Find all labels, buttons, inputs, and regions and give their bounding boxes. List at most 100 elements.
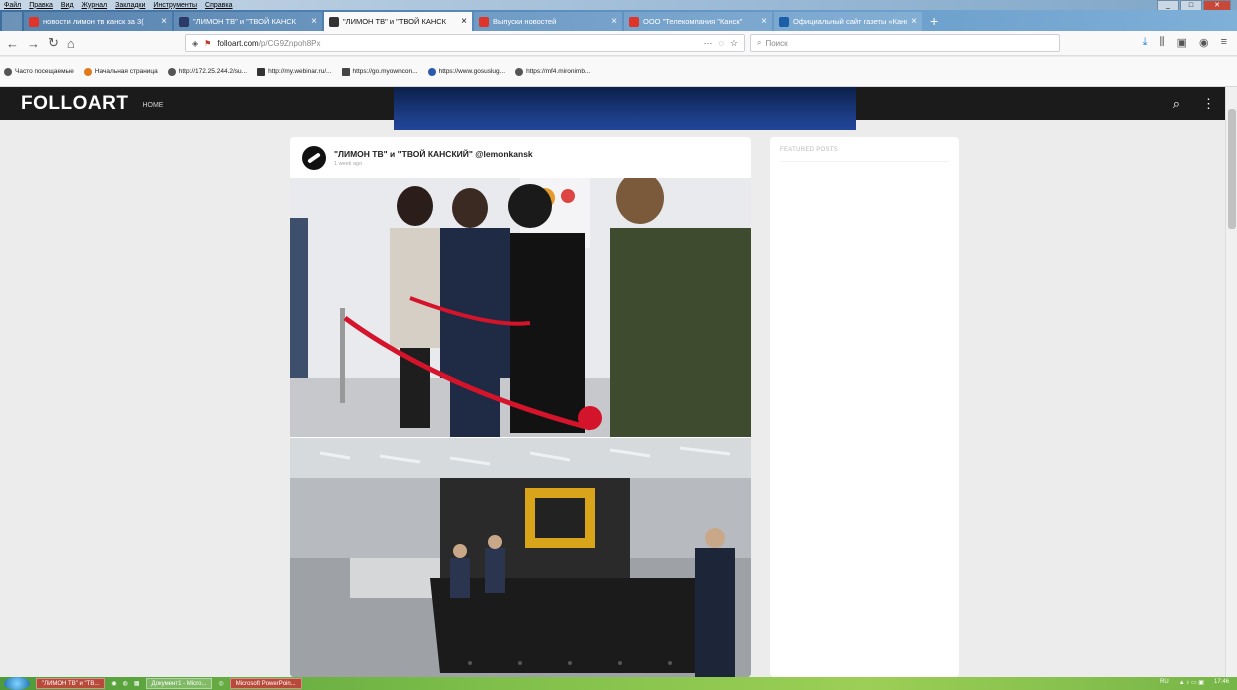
- tab-6[interactable]: Официальный сайт газеты «Канс ×: [774, 12, 922, 31]
- search-icon: ⌕: [757, 38, 762, 47]
- tab-5[interactable]: ООО "Телекомпания "Канск" ×: [624, 12, 772, 31]
- post-photo-bulldozer[interactable]: [290, 438, 751, 677]
- bookmark-most-visited[interactable]: Часто посещаемые: [4, 67, 74, 76]
- page-actions-icon[interactable]: ···: [704, 38, 713, 49]
- page-scrollbar[interactable]: [1225, 87, 1237, 677]
- post-author[interactable]: "ЛИМОН ТВ" и "ТВОЙ КАНСКИЙ" @lemonkansk: [334, 149, 533, 159]
- bookmark-label: Начальная страница: [94, 68, 158, 75]
- tab-1[interactable]: новости лимон тв канск за 3( ×: [24, 12, 172, 31]
- site-logo[interactable]: FOLLOART: [21, 93, 128, 115]
- search-bar[interactable]: ⌕ Поиск: [750, 34, 1060, 52]
- firefox-icon: [83, 67, 92, 76]
- menu-bookmarks[interactable]: Закладки: [115, 2, 145, 9]
- bookmarks-bar: Часто посещаемые Начальная страница http…: [0, 57, 1237, 87]
- tab-title: Официальный сайт газеты «Канс: [793, 17, 908, 26]
- tray-icons[interactable]: ▲ ♪ ▭ ▣: [1179, 679, 1204, 686]
- tab-title: Выпуски новостей: [493, 17, 557, 26]
- bookmark-star-icon[interactable]: ☆: [730, 38, 738, 49]
- close-tab-icon[interactable]: ×: [911, 16, 917, 27]
- search-placeholder: Поиск: [765, 38, 788, 48]
- skype-icon[interactable]: ◎: [218, 680, 223, 687]
- tab-title: "ЛИМОН ТВ" и "ТВОЙ КАНСК: [193, 17, 297, 26]
- bookmark-start-page[interactable]: Начальная страница: [83, 67, 158, 76]
- tab-title: "ЛИМОН ТВ" и "ТВОЙ КАНСК: [343, 17, 447, 26]
- sidebar-featured-posts: FEATURED POSTS: [770, 137, 959, 677]
- new-tab-icon[interactable]: +: [924, 12, 944, 31]
- back-icon[interactable]: ←: [6, 36, 19, 51]
- toolbar-icons: ⤓ ⫼ ▣ ◉ ≡: [1143, 36, 1227, 49]
- chrome-icon[interactable]: ◍: [123, 680, 128, 687]
- url-path: /p/CG9Znpoh8Px: [258, 38, 321, 48]
- site-icon: [779, 16, 789, 27]
- menu-icon[interactable]: ≡: [1221, 36, 1227, 49]
- more-vertical-icon[interactable]: ⋮: [1202, 96, 1215, 112]
- menu-edit[interactable]: Правка: [29, 2, 53, 9]
- tab-4[interactable]: Выпуски новостей ×: [474, 12, 622, 31]
- close-tab-icon[interactable]: ×: [161, 16, 167, 27]
- bookmark-4[interactable]: https://www.gosuslug...: [427, 67, 506, 76]
- close-tab-icon[interactable]: ×: [761, 16, 767, 27]
- library-icon[interactable]: ⫼: [1160, 36, 1165, 49]
- home-icon[interactable]: ⌂: [67, 36, 75, 51]
- menu-view[interactable]: Вид: [61, 2, 74, 9]
- gear-icon: [4, 67, 12, 76]
- yandex-icon: [29, 16, 39, 27]
- close-tab-icon[interactable]: ×: [611, 16, 617, 27]
- language-indicator[interactable]: RU: [1160, 679, 1169, 686]
- featured-posts-heading: FEATURED POSTS: [780, 147, 839, 153]
- divider: [780, 161, 949, 162]
- bookmark-label: https://www.gosuslug...: [438, 68, 506, 75]
- taskbar-label: Microsoft PowerPoin...: [235, 680, 296, 687]
- taskbar-item-firefox[interactable]: "ЛИМОН ТВ" и "ТВ...: [36, 678, 106, 689]
- taskbar-item-word[interactable]: Документ1 - Micro...: [145, 678, 213, 689]
- site-icon: [179, 16, 189, 27]
- globe-icon: [515, 67, 524, 76]
- menu-help[interactable]: Справка: [205, 2, 232, 9]
- news-icon: [479, 16, 489, 27]
- post-header: "ЛИМОН ТВ" и "ТВОЙ КАНСКИЙ" @lemonkansk …: [290, 137, 751, 178]
- taskbar-item-powerpoint[interactable]: Microsoft PowerPoin...: [229, 678, 302, 689]
- reload-icon[interactable]: ↻: [48, 35, 59, 51]
- bookmark-3[interactable]: https://go.myowncon...: [341, 67, 418, 76]
- tab-title: ООО "Телекомпания "Канск": [643, 17, 743, 26]
- close-tab-icon[interactable]: ×: [311, 16, 317, 27]
- menu-file[interactable]: Файл: [4, 2, 21, 9]
- pocket-icon[interactable]: ◌: [719, 38, 724, 49]
- windows-taskbar: "ЛИМОН ТВ" и "ТВ... ◉ ◍ ▦ Документ1 - Mi…: [0, 677, 1237, 690]
- ad-banner-image[interactable]: [394, 87, 856, 130]
- download-icon[interactable]: ⤓: [1143, 36, 1148, 49]
- menu-history[interactable]: Журнал: [82, 2, 108, 9]
- search-icon[interactable]: ⌕: [1173, 96, 1180, 112]
- avatar[interactable]: [302, 145, 326, 170]
- bookmark-label: http://my.webinar.ru/...: [268, 68, 332, 75]
- post-card: "ЛИМОН ТВ" и "ТВОЙ КАНСКИЙ" @lemonkansk …: [290, 137, 751, 677]
- url-bar[interactable]: ◈ ⚑ folloart.com/p/CG9Znpoh8Px ··· ◌ ☆: [185, 34, 745, 52]
- close-tab-icon[interactable]: ×: [461, 16, 467, 27]
- yandex-icon[interactable]: ◉: [111, 680, 116, 687]
- bookmark-label: https://mf4.mironimb...: [526, 68, 591, 75]
- bookmark-5[interactable]: https://mf4.mironimb...: [515, 67, 591, 76]
- explorer-icon[interactable]: ▦: [134, 680, 140, 687]
- account-icon[interactable]: ◉: [1199, 36, 1209, 49]
- bookmark-1[interactable]: http://172.25.244.2/su...: [167, 67, 247, 76]
- clock[interactable]: 17:46: [1214, 679, 1229, 686]
- post-photo-ribbon-cutting[interactable]: [290, 178, 751, 437]
- start-button[interactable]: [4, 677, 30, 690]
- nav-home-link[interactable]: HOME: [142, 102, 163, 109]
- lock-icon[interactable]: ⚑: [204, 39, 211, 48]
- shield-icon[interactable]: ◈: [192, 39, 198, 48]
- taskbar-label: Документ1 - Micro...: [151, 680, 207, 687]
- post-time: 1 week ago: [334, 160, 363, 167]
- sidebar-icon[interactable]: ▣: [1177, 36, 1187, 49]
- scrollbar-thumb[interactable]: [1228, 109, 1236, 229]
- menu-tools[interactable]: Инструменты: [153, 2, 197, 9]
- bookmark-2[interactable]: http://my.webinar.ru/...: [257, 67, 332, 76]
- navigation-bar: ← → ↻ ⌂ ◈ ⚑ folloart.com/p/CG9Znpoh8Px ·…: [0, 31, 1237, 56]
- tab-list-button[interactable]: [2, 12, 22, 31]
- tab-title: новости лимон тв канск за 3(: [43, 17, 144, 26]
- menu-bar: Файл Правка Вид Журнал Закладки Инструме…: [0, 0, 1237, 12]
- forward-icon[interactable]: →: [27, 36, 40, 51]
- tab-2[interactable]: "ЛИМОН ТВ" и "ТВОЙ КАНСК ×: [174, 12, 322, 31]
- tab-3-active[interactable]: "ЛИМОН ТВ" и "ТВОЙ КАНСК ×: [324, 12, 472, 31]
- site-header: FOLLOART HOME ⌕ ⋮: [0, 87, 1225, 130]
